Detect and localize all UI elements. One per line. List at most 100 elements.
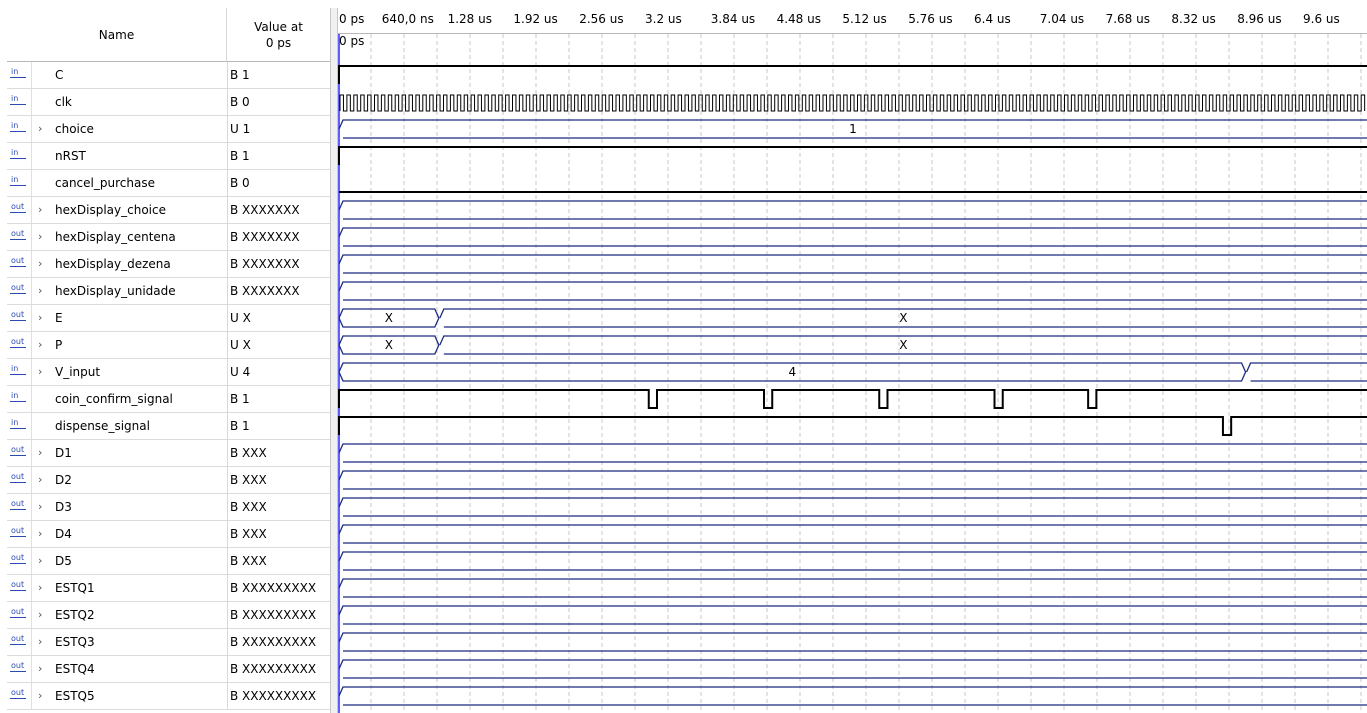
expand-chevron-icon[interactable]: › (38, 527, 42, 540)
signal-value: U X (227, 305, 330, 331)
output-pin-icon: out (7, 251, 32, 277)
pulse-waveform (338, 416, 1367, 436)
expand-chevron-icon[interactable]: › (38, 446, 42, 459)
output-pin-icon: out (7, 440, 32, 466)
output-pin-icon: out (7, 494, 32, 520)
signal-row-cancel_purchase[interactable]: in cancel_purchase B 0 (7, 170, 330, 197)
value-header-line2: 0 ps (265, 35, 292, 50)
input-pin-icon: in (7, 170, 32, 196)
signal-row-ESTQ2[interactable]: out › ESTQ2 B XXXXXXXXX (7, 602, 330, 629)
signal-row-D4[interactable]: out › D4 B XXX (7, 521, 330, 548)
signal-row-ESTQ3[interactable]: out › ESTQ3 B XXXXXXXXX (7, 629, 330, 656)
expand-chevron-icon[interactable]: › (38, 689, 42, 702)
signal-name: ESTQ3 (55, 635, 95, 649)
waveform-panel[interactable]: 0 ps 640,0 ns 1.28 us 1.92 us 2.56 us 3.2 us 3… (338, 8, 1367, 713)
waveform-canvas[interactable]: 1X XX X4 (338, 8, 1367, 713)
signal-row-clk[interactable]: in clk B 0 (7, 89, 330, 116)
signal-row-D5[interactable]: out › D5 B XXX (7, 548, 330, 575)
input-pin-icon: in (7, 359, 32, 385)
pin-direction-label: out (11, 310, 25, 319)
signal-row-V_input[interactable]: in › V_input U 4 (7, 359, 330, 386)
signal-row-choice[interactable]: in › choice U 1 (7, 116, 330, 143)
panel-splitter[interactable] (330, 8, 338, 713)
signal-name: ESTQ1 (55, 581, 95, 595)
name-column-header[interactable]: Name (7, 8, 227, 62)
signal-name: D2 (55, 473, 72, 487)
signal-row-ESTQ1[interactable]: out › ESTQ1 B XXXXXXXXX (7, 575, 330, 602)
pin-direction-label: in (11, 391, 19, 400)
signal-name: clk (55, 95, 72, 109)
signal-value: U 1 (227, 116, 330, 142)
signal-value: B 1 (227, 143, 330, 169)
signal-value: B XXXXXXX (227, 278, 330, 304)
expand-chevron-icon[interactable]: › (38, 311, 42, 324)
input-pin-icon: in (7, 386, 32, 412)
signal-row-hexDisplay_dezena[interactable]: out › hexDisplay_dezena B XXXXXXX (7, 251, 330, 278)
bus-segment (338, 470, 1367, 490)
expand-chevron-icon[interactable]: › (38, 662, 42, 675)
signal-row-D3[interactable]: out › D3 B XXX (7, 494, 330, 521)
expand-chevron-icon[interactable]: › (38, 338, 42, 351)
signal-value: B XXXXXXXXX (227, 602, 330, 628)
pin-direction-label: out (11, 607, 25, 616)
signal-row-hexDisplay_choice[interactable]: out › hexDisplay_choice B XXXXXXX (7, 197, 330, 224)
signal-row-E[interactable]: out › E U X (7, 305, 330, 332)
output-pin-icon: out (7, 278, 32, 304)
expand-chevron-icon[interactable]: › (38, 581, 42, 594)
signal-row-hexDisplay_unidade[interactable]: out › hexDisplay_unidade B XXXXXXX (7, 278, 330, 305)
signal-value: B XXXXXXX (227, 224, 330, 250)
pin-direction-label: out (11, 229, 25, 238)
expand-chevron-icon[interactable]: › (38, 257, 42, 270)
expand-chevron-icon[interactable]: › (38, 284, 42, 297)
signal-name: D5 (55, 554, 72, 568)
signal-name: cancel_purchase (55, 176, 155, 190)
pin-direction-label: out (11, 256, 25, 265)
signal-name: D4 (55, 527, 72, 541)
signal-row-coin_confirm_signal[interactable]: in coin_confirm_signal B 1 (7, 386, 330, 413)
output-pin-icon: out (7, 521, 32, 547)
signal-row-ESTQ4[interactable]: out › ESTQ4 B XXXXXXXXX (7, 656, 330, 683)
bus-value-label: X (385, 338, 393, 352)
signal-value: B 0 (227, 170, 330, 196)
expand-chevron-icon[interactable]: › (38, 203, 42, 216)
expand-chevron-icon[interactable]: › (38, 473, 42, 486)
output-pin-icon: out (7, 467, 32, 493)
signal-row-dispense_signal[interactable]: in dispense_signal B 1 (7, 413, 330, 440)
signal-name: hexDisplay_choice (55, 203, 166, 217)
signal-row-D1[interactable]: out › D1 B XXX (7, 440, 330, 467)
pin-direction-label: in (11, 364, 19, 373)
output-pin-icon: out (7, 683, 32, 709)
signal-row-C[interactable]: in C B 1 (7, 62, 330, 89)
pin-direction-label: out (11, 553, 25, 562)
pin-direction-label: in (11, 121, 19, 130)
name-header-label: Name (98, 27, 135, 42)
expand-chevron-icon[interactable]: › (38, 500, 42, 513)
input-pin-icon: in (7, 116, 32, 142)
signal-row-hexDisplay_centena[interactable]: out › hexDisplay_centena B XXXXXXX (7, 224, 330, 251)
output-pin-icon: out (7, 548, 32, 574)
signal-row-P[interactable]: out › P U X (7, 332, 330, 359)
expand-chevron-icon[interactable]: › (38, 608, 42, 621)
expand-chevron-icon[interactable]: › (38, 122, 42, 135)
signal-name: V_input (55, 365, 101, 379)
value-column-header[interactable]: Value at 0 ps (227, 8, 330, 62)
expand-chevron-icon[interactable]: › (38, 365, 42, 378)
expand-chevron-icon[interactable]: › (38, 230, 42, 243)
bus-segment (338, 497, 1367, 517)
expand-chevron-icon[interactable]: › (38, 554, 42, 567)
signal-row-D2[interactable]: out › D2 B XXX (7, 467, 330, 494)
output-pin-icon: out (7, 575, 32, 601)
bus-segment (338, 254, 1367, 274)
signal-value: B XXX (227, 440, 330, 466)
signal-name: E (55, 311, 63, 325)
signal-name: D3 (55, 500, 72, 514)
pulse-waveform (338, 389, 1367, 409)
expand-chevron-icon[interactable]: › (38, 635, 42, 648)
signal-name: C (55, 68, 64, 82)
input-pin-icon: in (7, 413, 32, 439)
signal-name: nRST (55, 149, 86, 163)
bus-segment (338, 605, 1367, 625)
signal-row-nRST[interactable]: in nRST B 1 (7, 143, 330, 170)
signal-value: B XXXXXXXXX (227, 656, 330, 682)
signal-row-ESTQ5[interactable]: out › ESTQ5 B XXXXXXXXX (7, 683, 330, 710)
